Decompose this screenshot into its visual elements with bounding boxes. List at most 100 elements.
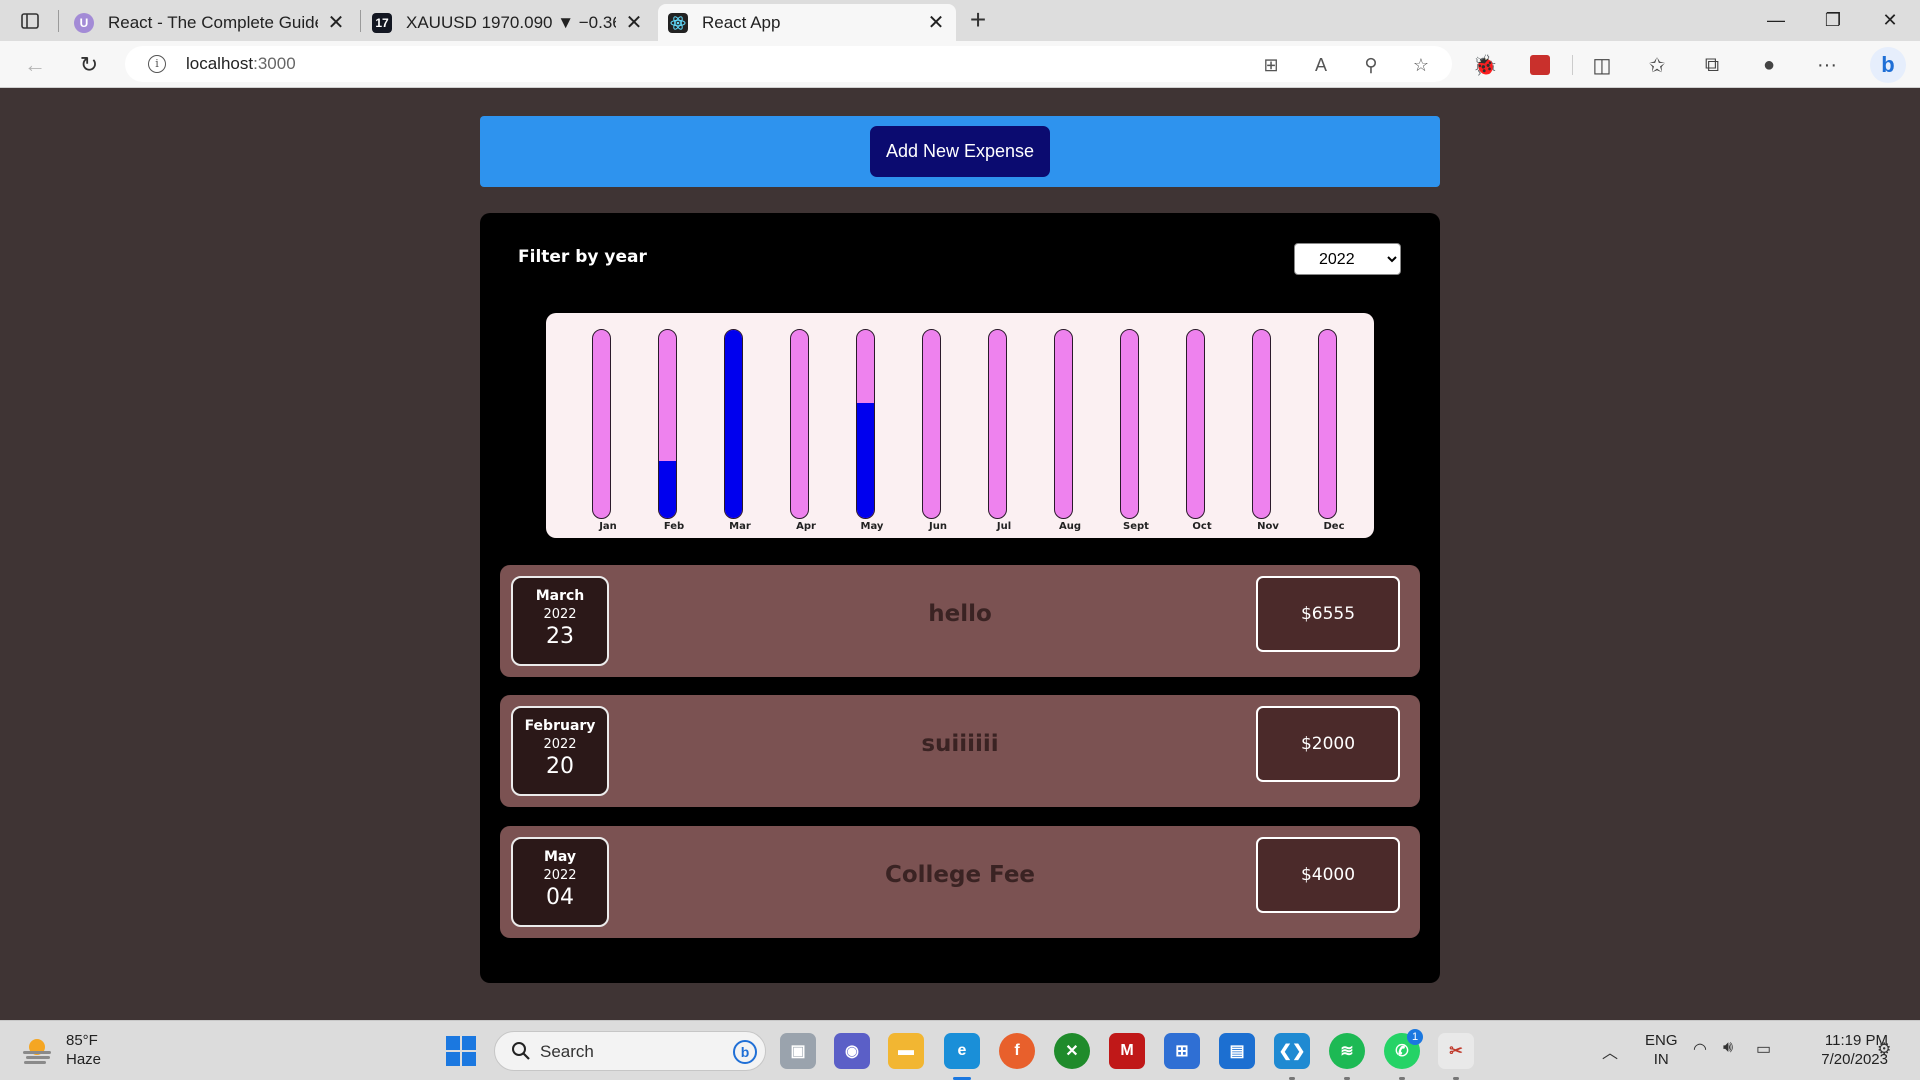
year-filter-select[interactable]: 2022 (1294, 243, 1401, 275)
expense-year: 2022 (543, 868, 577, 883)
chart-bar-track (1054, 329, 1073, 519)
search-label: Search (540, 1042, 594, 1061)
favorites-icon[interactable]: ✩ (1645, 53, 1669, 77)
chart-bar-sept: Sept (1099, 329, 1159, 533)
taskbar-search[interactable]: Search b (494, 1031, 766, 1071)
chart-bar-track (1186, 329, 1205, 519)
minimize-icon[interactable]: — (1748, 0, 1804, 41)
url-text[interactable]: localhost:3000 (186, 54, 296, 74)
clock-time: 11:19 PM (1824, 1032, 1888, 1049)
teams-chat-icon[interactable]: ◉ (834, 1033, 870, 1069)
chart-bar-label: May (860, 521, 884, 532)
tab-tradingview[interactable]: 17 XAUUSD 1970.090 ▼ −0.36% Un ✕ (362, 4, 654, 41)
restore-icon[interactable]: ❐ (1805, 0, 1861, 41)
add-new-expense-button[interactable]: Add New Expense (870, 126, 1050, 177)
extension-red-icon[interactable] (1528, 53, 1552, 77)
expense-year: 2022 (543, 607, 577, 622)
firefox-icon[interactable]: f (999, 1033, 1035, 1069)
tab-title: React App (702, 12, 781, 32)
split-screen-icon[interactable]: ◫ (1590, 53, 1614, 77)
refresh-icon[interactable]: ↻ (73, 49, 105, 81)
language-code: ENG (1645, 1032, 1678, 1049)
tab-title: XAUUSD 1970.090 ▼ −0.36% Un (406, 12, 616, 32)
site-info-icon[interactable]: i (148, 55, 166, 73)
react-icon (668, 12, 688, 33)
whatsapp-badge: 1 (1407, 1029, 1423, 1045)
expense-month: May (543, 849, 577, 865)
chart-bar-feb: Feb (637, 329, 697, 533)
battery-icon[interactable]: ▭ (1756, 1039, 1771, 1059)
bing-icon: b (733, 1040, 757, 1064)
chart-bar-label: Oct (1192, 521, 1212, 532)
close-tab-icon[interactable]: ✕ (624, 10, 644, 35)
show-hidden-icons-chevron-icon[interactable]: ︿ (1602, 1039, 1618, 1063)
wifi-icon[interactable]: ◠ (1693, 1039, 1707, 1059)
microsoft-store-icon[interactable]: ⊞ (1164, 1033, 1200, 1069)
clock-date: 7/20/2023 (1821, 1051, 1888, 1068)
new-tab-icon[interactable]: + (962, 4, 994, 36)
expense-amount: $6555 (1256, 576, 1400, 652)
favorite-star-icon[interactable]: ☆ (1410, 54, 1432, 76)
new-expense-panel: Add New Expense (480, 116, 1440, 187)
app-available-icon[interactable]: ⊞ (1260, 54, 1282, 76)
chart-bar-track (856, 329, 875, 519)
zoom-out-icon[interactable]: ⚲ (1360, 54, 1382, 76)
expense-date: May 2022 04 (511, 837, 609, 927)
chart-bar-fill (659, 460, 676, 518)
windows-start-icon[interactable] (446, 1036, 476, 1066)
close-tab-icon[interactable]: ✕ (926, 10, 946, 35)
url-port: :3000 (253, 54, 296, 73)
language-indicator[interactable]: ENG IN (1645, 1031, 1678, 1069)
more-options-icon[interactable]: ··· (1815, 53, 1839, 77)
chart-bar-label: Sept (1123, 521, 1149, 532)
expense-title: suiiiiii (921, 731, 999, 757)
snipping-tool-icon[interactable]: ✂ (1438, 1033, 1474, 1069)
bing-copilot-icon[interactable]: b (1870, 47, 1906, 83)
chart-bar-track (1252, 329, 1271, 519)
chart-bar-fill (725, 330, 742, 518)
notifications-gear-icon[interactable]: ⚙ (1877, 1039, 1891, 1059)
collections-icon[interactable]: ⧉ (1700, 53, 1724, 77)
taskbar: 85°F Haze Search b ▣ ◉ ▬ e f ✕ M ⊞ ▤ ❮❯ … (0, 1020, 1920, 1080)
chart-bar-aug: Aug (1033, 329, 1093, 533)
toolbar-separator (1572, 55, 1573, 75)
tab-actions-icon[interactable] (14, 8, 46, 34)
system-clock[interactable]: 11:19 PM 7/20/2023 (1796, 1031, 1888, 1069)
expense-year: 2022 (543, 737, 577, 752)
read-aloud-icon[interactable]: A (1310, 54, 1332, 76)
expense-title: College Fee (884, 862, 1036, 888)
back-icon[interactable]: ← (19, 49, 51, 81)
spotify-icon[interactable]: ≋ (1329, 1033, 1365, 1069)
mcafee-icon[interactable]: M (1109, 1033, 1145, 1069)
chart-bar-label: Mar (729, 521, 751, 532)
address-bar[interactable]: i localhost:3000 ⊞ A ⚲ ☆ (125, 46, 1452, 82)
browser-tab-strip: U React - The Complete Guide 202 ✕ 17 XA… (0, 0, 1920, 41)
chart-bar-may: May (835, 329, 895, 533)
chart-bar-track (988, 329, 1007, 519)
edge-browser-icon[interactable]: e (944, 1033, 980, 1069)
tradingview-icon: 17 (372, 12, 392, 33)
chart-bar-track (1120, 329, 1139, 519)
chart-bar-label: Jun (929, 521, 947, 532)
expense-title: hello (928, 601, 992, 627)
xbox-icon[interactable]: ✕ (1054, 1033, 1090, 1069)
chart-bar-label: Feb (663, 521, 685, 532)
close-tab-icon[interactable]: ✕ (326, 10, 346, 35)
weather-widget[interactable]: 85°F Haze (20, 1031, 101, 1069)
chart-bar-jul: Jul (967, 329, 1027, 533)
chart-bar-track (658, 329, 677, 519)
close-window-icon[interactable]: ✕ (1862, 0, 1918, 41)
profile-icon[interactable]: ● (1757, 53, 1781, 77)
expense-amount: $2000 (1256, 706, 1400, 782)
outlook-icon[interactable]: ▤ (1219, 1033, 1255, 1069)
vscode-icon[interactable]: ❮❯ (1274, 1033, 1310, 1069)
tab-react-app[interactable]: React App ✕ (658, 4, 956, 41)
task-view-icon[interactable]: ▣ (780, 1033, 816, 1069)
expense-item: March 2022 23 hello $6555 (500, 565, 1420, 677)
expense-item: May 2022 04 College Fee $4000 (500, 826, 1420, 938)
volume-icon[interactable]: 🔊︎ (1723, 1039, 1733, 1057)
chart-bar-track (922, 329, 941, 519)
file-explorer-icon[interactable]: ▬ (888, 1033, 924, 1069)
tab-udemy[interactable]: U React - The Complete Guide 202 ✕ (64, 4, 356, 41)
extension-bug-icon[interactable]: 🐞 (1473, 53, 1498, 77)
